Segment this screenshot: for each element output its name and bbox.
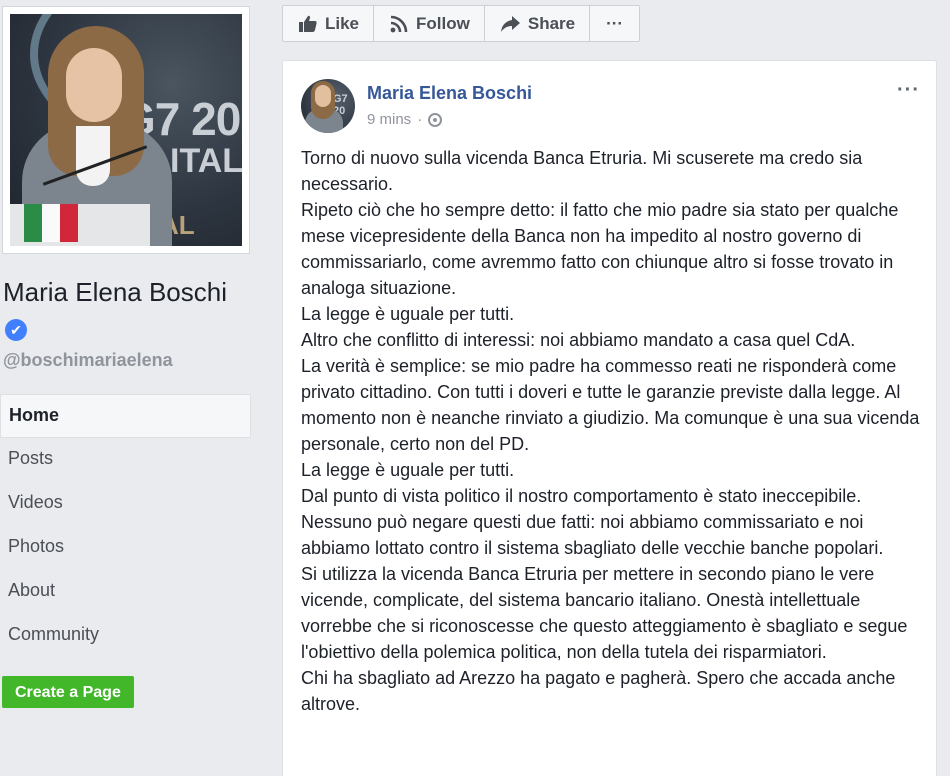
share-arrow-icon bbox=[500, 15, 520, 32]
nav-item-community[interactable]: Community bbox=[0, 614, 251, 658]
post-body: Torno di nuovo sulla vicenda Banca Etrur… bbox=[301, 145, 926, 717]
meta-separator: · bbox=[417, 111, 423, 128]
like-button[interactable]: Like bbox=[283, 6, 375, 41]
post-paragraph: Altro che conflitto di interessi: noi ab… bbox=[301, 330, 856, 350]
page-nav: Home Posts Videos Photos About Community bbox=[0, 394, 251, 658]
post-paragraph: Torno di nuovo sulla vicenda Banca Etrur… bbox=[301, 148, 863, 194]
author-avatar[interactable]: G7 20 bbox=[301, 79, 355, 133]
follow-label: Follow bbox=[416, 13, 470, 33]
page-name[interactable]: Maria Elena Boschi ✔ bbox=[3, 274, 253, 348]
nav-item-photos[interactable]: Photos bbox=[0, 526, 251, 570]
follow-button[interactable]: Follow bbox=[374, 6, 485, 41]
post-paragraph: Nessuno può negare questi due fatti: noi… bbox=[301, 512, 884, 558]
thumbs-up-icon bbox=[299, 15, 317, 32]
photo-text-italia: ITALIA bbox=[170, 142, 242, 180]
page-handle[interactable]: @boschimariaelena bbox=[3, 350, 173, 371]
post-paragraph: Ripeto ciò che ho sempre detto: il fatto… bbox=[301, 200, 899, 298]
verified-badge-icon: ✔ bbox=[5, 319, 27, 341]
post-card: G7 20 Maria Elena Boschi 9 mins · ··· To… bbox=[282, 60, 937, 776]
post-paragraph: Si utilizza la vicenda Banca Etruria per… bbox=[301, 564, 908, 662]
globe-icon[interactable] bbox=[428, 112, 443, 127]
post-paragraph: La legge è uguale per tutti. bbox=[301, 304, 515, 324]
page-action-bar: Like Follow Share ··· bbox=[282, 5, 641, 42]
post-timestamp[interactable]: 9 mins bbox=[367, 111, 411, 128]
italian-flag bbox=[24, 204, 78, 242]
photo-person-shirt bbox=[76, 126, 110, 186]
page-name-text[interactable]: Maria Elena Boschi bbox=[3, 277, 227, 307]
post-meta: 9 mins · bbox=[367, 111, 443, 128]
profile-image: G7 20 ITALIA AL MEE bbox=[10, 14, 242, 246]
share-button[interactable]: Share bbox=[485, 6, 591, 41]
post-paragraph: La legge è uguale per tutti. bbox=[301, 460, 515, 480]
create-page-button[interactable]: Create a Page bbox=[2, 676, 134, 708]
nav-item-home[interactable]: Home bbox=[0, 394, 251, 438]
post-options-icon[interactable]: ··· bbox=[897, 79, 920, 102]
like-label: Like bbox=[325, 13, 360, 33]
post-author[interactable]: Maria Elena Boschi bbox=[367, 83, 532, 104]
left-sidebar: G7 20 ITALIA AL MEE Maria Elena Boschi ✔… bbox=[0, 0, 265, 776]
photo-text-meet: AL MEE bbox=[160, 210, 216, 246]
profile-picture[interactable]: G7 20 ITALIA AL MEE bbox=[2, 6, 250, 254]
photo-person-face bbox=[66, 48, 122, 122]
post-paragraph: La verità è semplice: se mio padre ha co… bbox=[301, 356, 920, 454]
nav-item-posts[interactable]: Posts bbox=[0, 438, 251, 482]
avatar-person-face bbox=[315, 85, 331, 107]
nav-item-about[interactable]: About bbox=[0, 570, 251, 614]
rss-icon bbox=[390, 15, 408, 32]
post-paragraph: Dal punto di vista politico il nostro co… bbox=[301, 486, 862, 506]
more-options-button[interactable]: ··· bbox=[590, 6, 639, 41]
post-paragraph: Chi ha sbagliato ad Arezzo ha pagato e p… bbox=[301, 668, 896, 714]
share-label: Share bbox=[527, 13, 576, 33]
nav-item-videos[interactable]: Videos bbox=[0, 482, 251, 526]
